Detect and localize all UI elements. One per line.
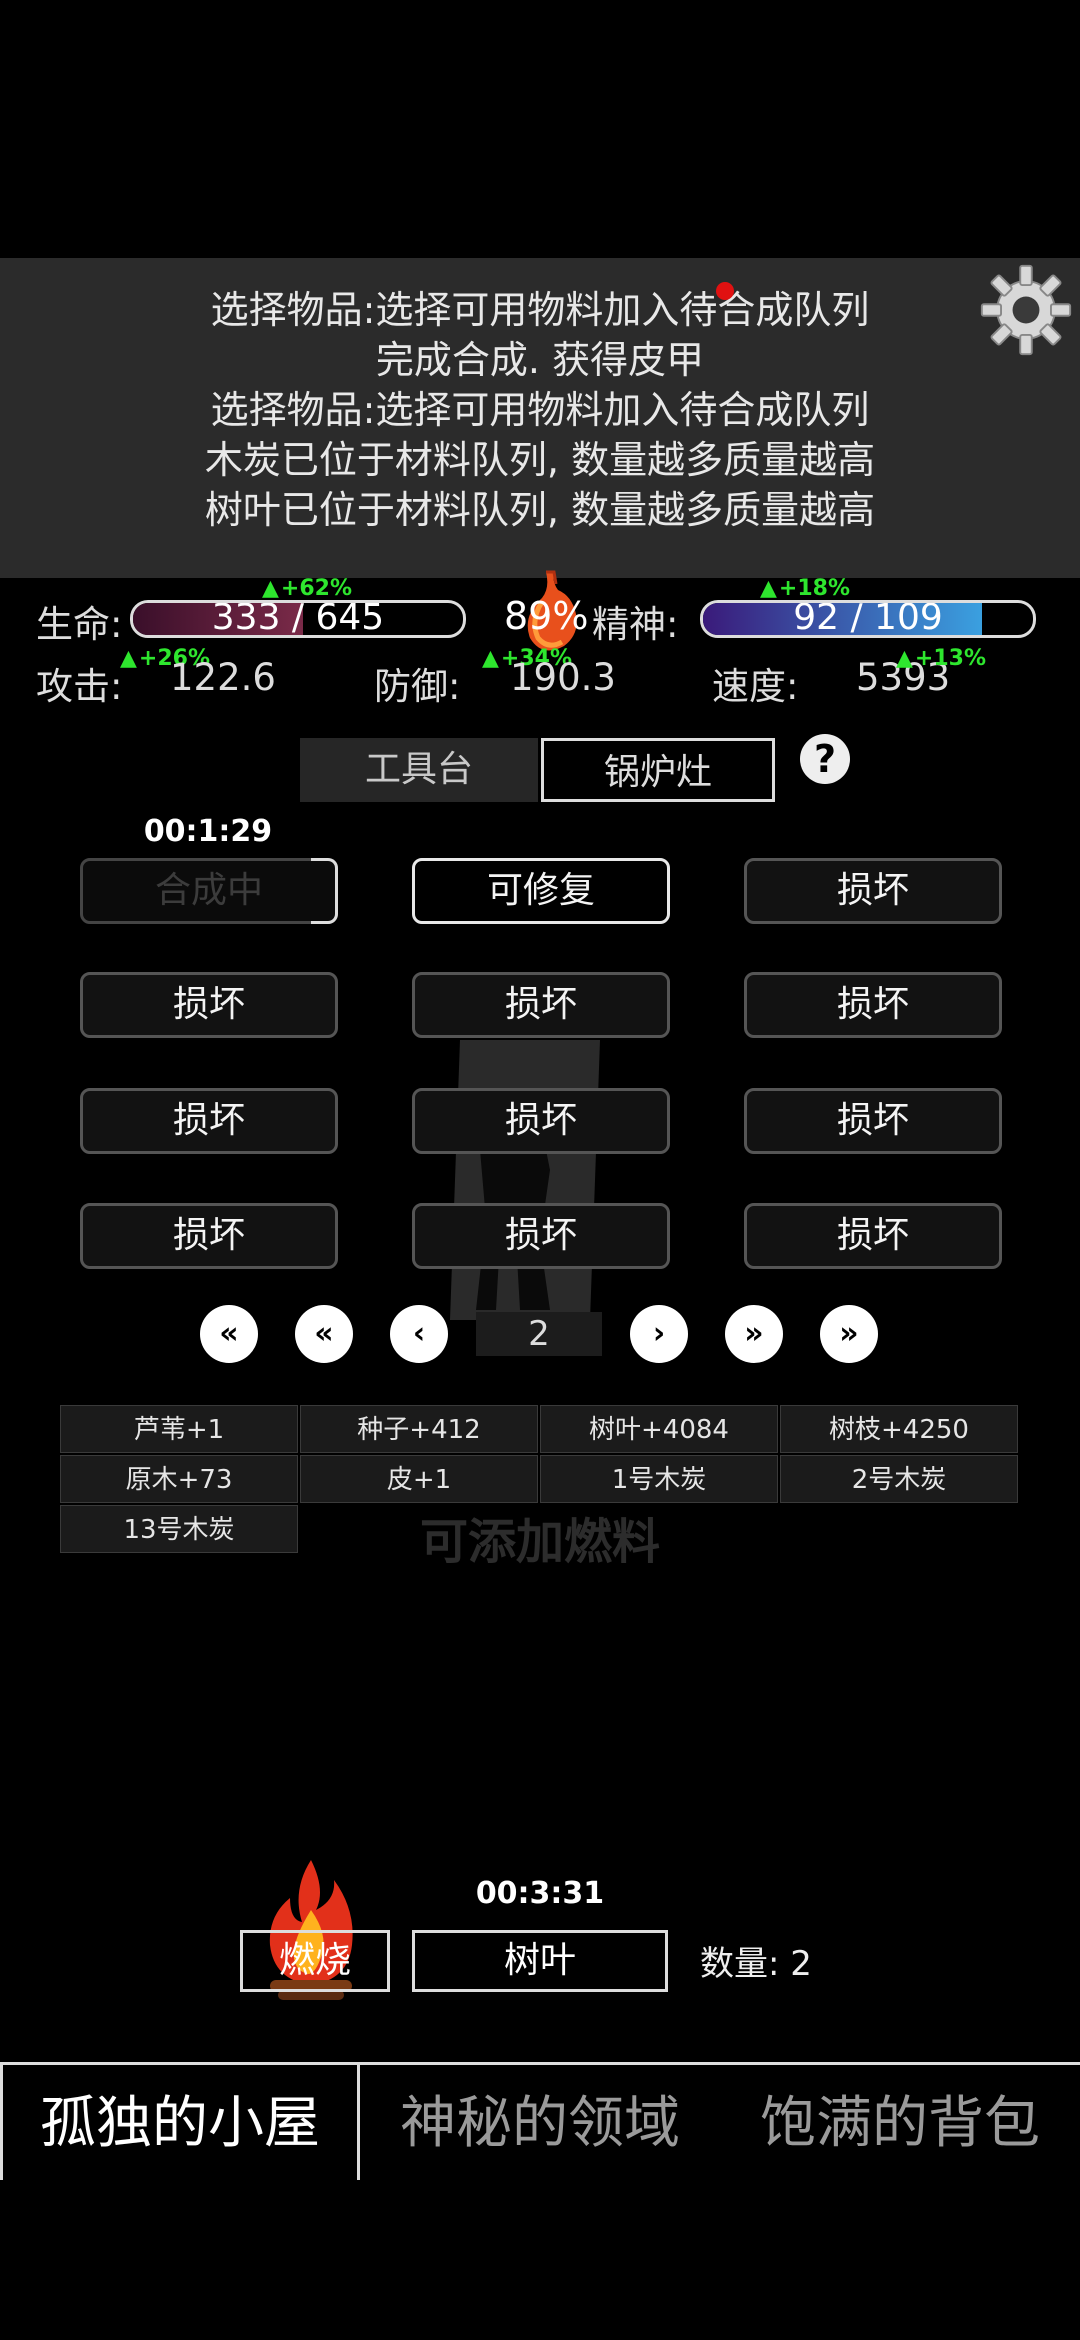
log-line: 选择物品:选择可用物料加入待合成队列 [210,388,870,432]
attack-label: 攻击: [36,665,123,708]
craft-slot-broken[interactable]: 损坏 [80,1203,338,1269]
craft-slot-broken[interactable]: 损坏 [412,972,670,1038]
fuel-quantity: 数量: 2 [700,1944,812,1984]
life-value: 333 / 645 [211,600,385,638]
life-bar: 333 / 645 [130,600,466,638]
craft-slot-broken[interactable]: 损坏 [80,1088,338,1154]
craft-slot-broken[interactable]: 损坏 [80,972,338,1038]
craft-slot-broken[interactable]: 损坏 [744,1203,1002,1269]
craft-slot-broken[interactable]: 损坏 [412,1088,670,1154]
fuel-item-button[interactable]: 树叶 [412,1930,668,1992]
first-page-button[interactable]: « [200,1305,258,1363]
spirit-bar: 92 / 109 [700,600,1036,638]
nav-tab-backpack[interactable]: 饱满的背包 [720,2062,1080,2180]
help-icon[interactable]: ? [800,734,850,784]
figure-silhouette [450,1040,600,1320]
spirit-boost: +18% [760,576,850,601]
log-line: 树叶已位于材料队列, 数量越多质量越高 [204,488,876,532]
defense-value: 190.3 [510,656,616,699]
log-line: 木炭已位于材料队列, 数量越多质量越高 [204,438,876,482]
spirit-value: 92 / 109 [793,600,943,638]
craft-slot-crafting[interactable]: 合成中 [80,858,338,924]
material-item[interactable]: 1号木炭 [540,1455,778,1503]
prev-page-button[interactable]: ‹ [390,1305,448,1363]
nav-tab-domain[interactable]: 神秘的领域 [360,2062,720,2180]
material-item[interactable]: 皮+1 [300,1455,538,1503]
moon-icon[interactable] [10,270,70,350]
prev-fast-button[interactable]: « [295,1305,353,1363]
next-fast-button[interactable]: » [725,1305,783,1363]
gear-icon[interactable] [978,262,1074,358]
craft-slot-broken[interactable]: 损坏 [744,972,1002,1038]
life-boost: +62% [262,576,352,601]
material-item[interactable]: 树枝+4250 [780,1405,1018,1453]
material-item[interactable]: 树叶+4084 [540,1405,778,1453]
spirit-label: 精神: [592,603,679,646]
page-number: 2 [476,1312,602,1356]
speed-boost: +13% [896,646,986,671]
craft-slot-broken[interactable]: 损坏 [744,858,1002,924]
life-label: 生命: [36,603,123,646]
fuel-timer: 00:3:31 [475,1876,605,1911]
burn-button[interactable]: 燃烧 [240,1930,390,1992]
craft-slot-broken[interactable]: 损坏 [412,1203,670,1269]
log-line: 完成合成. 获得皮甲 [375,338,705,382]
craft-timer: 00:1:29 [143,814,273,849]
material-item[interactable]: 原木+73 [60,1455,298,1503]
material-item[interactable]: 种子+412 [300,1405,538,1453]
last-page-button[interactable]: » [820,1305,878,1363]
craft-progress [311,858,338,924]
log-line: 选择物品:选择可用物料加入待合成队列 [210,288,870,332]
nav-tab-cabin[interactable]: 孤独的小屋 [0,2062,360,2180]
tab-furnace[interactable]: 锅炉灶 [541,738,775,802]
craft-slot-broken[interactable]: 损坏 [744,1088,1002,1154]
craft-slot-repairable[interactable]: 可修复 [412,858,670,924]
attack-value: 122.6 [170,656,276,699]
next-page-button[interactable]: › [630,1305,688,1363]
material-item[interactable]: 芦苇+1 [60,1405,298,1453]
craft-slot-label: 合成中 [154,870,263,911]
fuel-hint: 可添加燃料 [419,1514,660,1570]
speed-label: 速度: [712,665,799,708]
notification-dot [716,282,734,300]
defense-label: 防御: [374,665,461,708]
tab-workbench[interactable]: 工具台 [300,738,538,802]
material-item[interactable]: 2号木炭 [780,1455,1018,1503]
hunger-percent: 89% [504,594,589,638]
